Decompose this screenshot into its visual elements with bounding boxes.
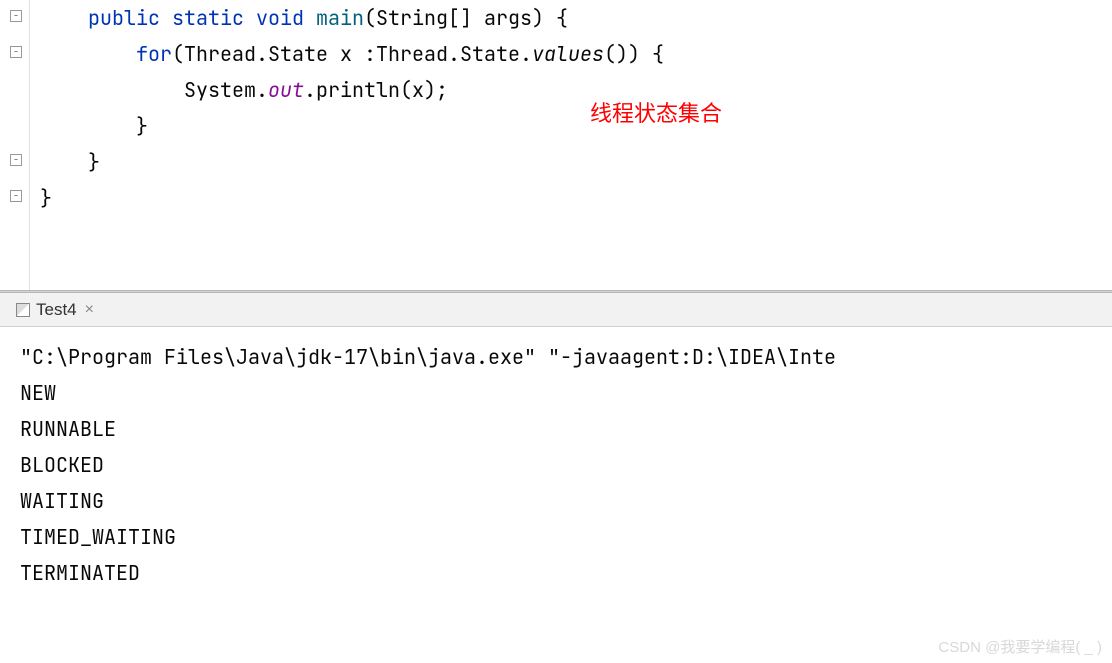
console-output[interactable]: "C:\Program Files\Java\jdk-17\bin\java.e…: [0, 327, 1112, 603]
code-line: }: [40, 149, 100, 175]
console-line: NEW: [20, 375, 1092, 411]
console-command: "C:\Program Files\Java\jdk-17\bin\java.e…: [20, 339, 1092, 375]
code-line: }: [40, 113, 148, 139]
fold-icon[interactable]: −: [10, 190, 22, 202]
code-line: for(Thread.State x :Thread.State.values(…: [40, 41, 664, 67]
editor-gutter: − − − −: [0, 0, 30, 290]
fold-icon[interactable]: −: [10, 154, 22, 166]
code-content[interactable]: public static void main(String[] args) {…: [30, 0, 664, 290]
annotation-label: 线程状态集合: [590, 96, 722, 128]
console-line: RUNNABLE: [20, 411, 1092, 447]
close-icon[interactable]: ×: [85, 301, 94, 319]
code-editor[interactable]: − − − − public static void main(String[]…: [0, 0, 1112, 290]
console-line: TIMED_WAITING: [20, 519, 1092, 555]
code-line: }: [40, 185, 52, 211]
console-line: WAITING: [20, 483, 1092, 519]
run-config-icon: [16, 303, 30, 317]
run-tab-bar: Test4 ×: [0, 293, 1112, 327]
run-tab[interactable]: Test4 ×: [8, 296, 102, 324]
code-line: System.out.println(x);: [40, 77, 448, 103]
tab-label: Test4: [36, 300, 77, 320]
fold-icon[interactable]: −: [10, 10, 22, 22]
console-line: BLOCKED: [20, 447, 1092, 483]
console-line: TERMINATED: [20, 555, 1092, 591]
code-line: public static void main(String[] args) {: [40, 5, 568, 31]
fold-icon[interactable]: −: [10, 46, 22, 58]
watermark: CSDN @我要学编程( _ ): [938, 636, 1102, 657]
